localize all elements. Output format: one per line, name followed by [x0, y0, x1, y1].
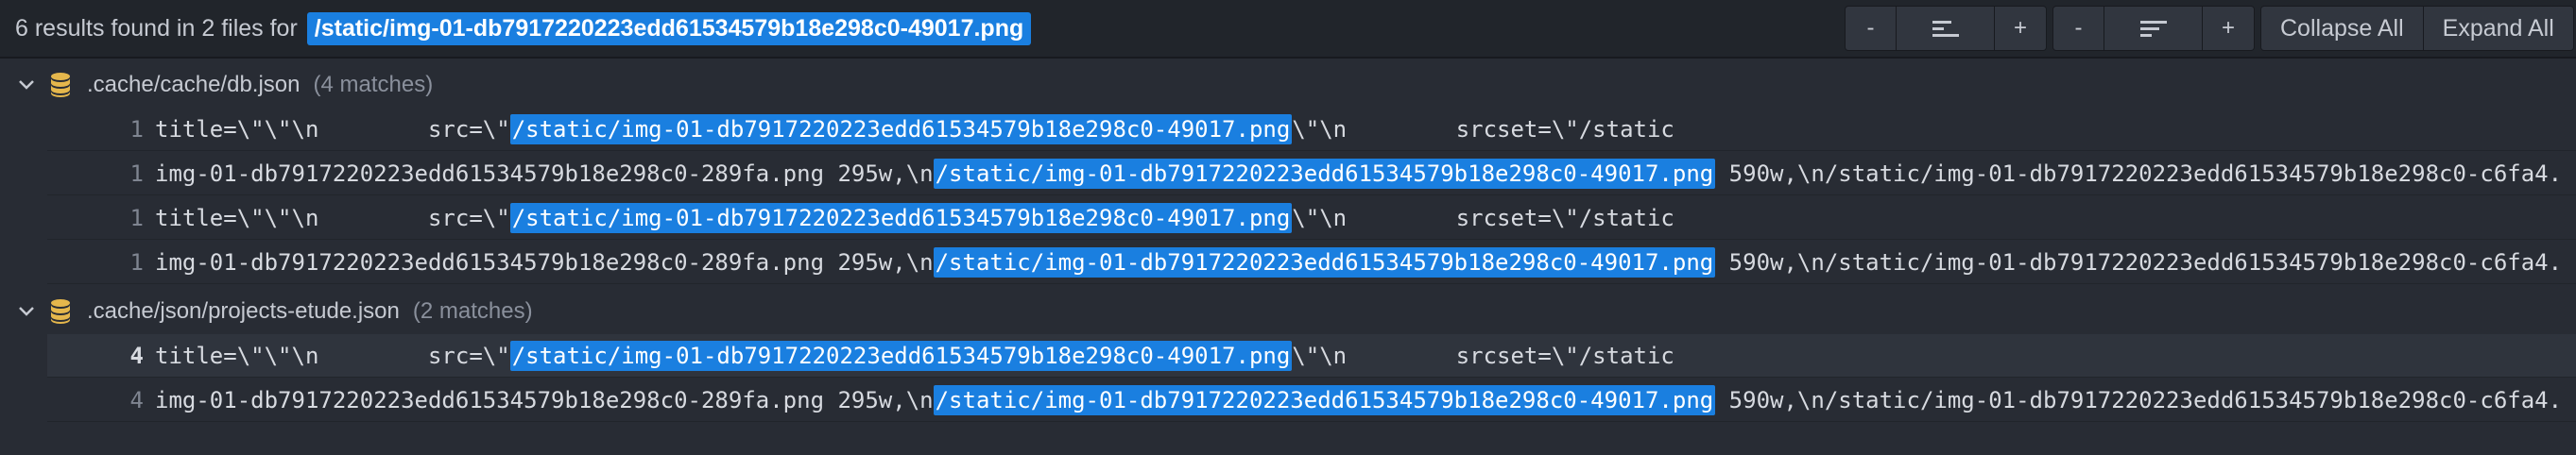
find-results-header: 6 results found in 2 files for /static/i… — [0, 0, 2576, 59]
increase-context-before-button[interactable]: + — [1995, 7, 2046, 50]
result-line[interactable]: 1 title=\"\"\n src=\"/static/img-01-db791… — [47, 196, 2576, 240]
match-highlight: /static/img-01-db7917220223edd61534579b1… — [509, 202, 1293, 233]
line-number: 1 — [129, 248, 144, 276]
file-row[interactable]: .cache/cache/db.json (4 matches) — [0, 62, 2576, 108]
line-number: 1 — [129, 160, 144, 187]
lines-left-icon — [1932, 21, 1959, 37]
line-text-after: \"\n srcset=\"/static — [1292, 204, 1674, 231]
result-line-selected[interactable]: 4 title=\"\"\n src=\"/static/img-01-db791… — [47, 334, 2576, 378]
expand-all-button[interactable]: Expand All — [2423, 7, 2573, 50]
file-path-text: .cache/json/projects-etude.json — [87, 298, 400, 324]
database-icon — [51, 73, 70, 97]
context-lines-after-group: - + — [2052, 6, 2255, 51]
result-line[interactable]: 4 img-01-db7917220223edd61534579b18e298c0… — [47, 379, 2576, 422]
chevron-down-icon[interactable] — [15, 74, 38, 96]
context-after-button[interactable] — [2104, 7, 2203, 50]
line-text-after: 590w,\n/static/img-01-db7917220223edd615… — [1715, 160, 2563, 187]
file-row[interactable]: .cache/json/projects-etude.json (2 matche… — [0, 289, 2576, 334]
increase-context-after-button[interactable]: + — [2203, 7, 2254, 50]
file-path: .cache/json/projects-etude.json (2 matche… — [87, 298, 533, 325]
line-number: 4 — [129, 342, 144, 369]
result-line[interactable]: 1 img-01-db7917220223edd61534579b18e298c0… — [47, 241, 2576, 284]
context-before-button[interactable] — [1897, 7, 1995, 50]
match-highlight: /static/img-01-db7917220223edd61534579b1… — [933, 158, 1716, 189]
search-query-badge: /static/img-01-db7917220223edd61534579b1… — [306, 11, 1032, 45]
collapse-expand-group: Collapse All Expand All — [2260, 6, 2574, 51]
match-highlight: /static/img-01-db7917220223edd61534579b1… — [509, 113, 1293, 144]
line-number: 4 — [129, 386, 144, 413]
line-text-before: img-01-db7917220223edd61534579b18e298c0-… — [155, 386, 934, 413]
chevron-down-icon[interactable] — [15, 300, 38, 323]
file-path: .cache/cache/db.json (4 matches) — [87, 72, 433, 98]
line-number: 1 — [129, 115, 144, 143]
result-line[interactable]: 1 img-01-db7917220223edd61534579b18e298c0… — [47, 152, 2576, 195]
line-text-after: 590w,\n/static/img-01-db7917220223edd615… — [1715, 386, 2563, 413]
collapse-all-button[interactable]: Collapse All — [2261, 7, 2424, 50]
decrease-context-before-button[interactable]: - — [1846, 7, 1897, 50]
line-text-after: 590w,\n/static/img-01-db7917220223edd615… — [1715, 248, 2563, 276]
file-path-text: .cache/cache/db.json — [87, 72, 301, 97]
line-text-before: title=\"\"\n src=\" — [155, 115, 510, 143]
line-text-after: \"\n srcset=\"/static — [1292, 115, 1674, 143]
match-count: (4 matches) — [313, 72, 434, 97]
database-icon — [51, 299, 70, 324]
match-highlight: /static/img-01-db7917220223edd61534579b1… — [933, 384, 1716, 415]
line-text-before: img-01-db7917220223edd61534579b18e298c0-… — [155, 160, 934, 187]
line-text-after: \"\n srcset=\"/static — [1292, 342, 1674, 369]
match-highlight: /static/img-01-db7917220223edd61534579b1… — [509, 340, 1293, 371]
decrease-context-after-button[interactable]: - — [2053, 7, 2104, 50]
line-text-before: img-01-db7917220223edd61534579b18e298c0-… — [155, 248, 934, 276]
match-count: (2 matches) — [412, 298, 533, 324]
line-number: 1 — [129, 204, 144, 231]
results-summary: 6 results found in 2 files for /static/i… — [15, 0, 1032, 57]
context-lines-before-group: - + — [1845, 6, 2047, 51]
results-list: .cache/cache/db.json (4 matches) 1 title=\… — [0, 59, 2576, 455]
lines-center-icon — [2139, 21, 2167, 37]
result-line[interactable]: 1 title=\"\"\n src=\"/static/img-01-db791… — [47, 108, 2576, 151]
results-summary-text: 6 results found in 2 files for — [15, 14, 298, 42]
line-text-before: title=\"\"\n src=\" — [155, 342, 510, 369]
line-text-before: title=\"\"\n src=\" — [155, 204, 510, 231]
match-highlight: /static/img-01-db7917220223edd61534579b1… — [933, 246, 1716, 278]
